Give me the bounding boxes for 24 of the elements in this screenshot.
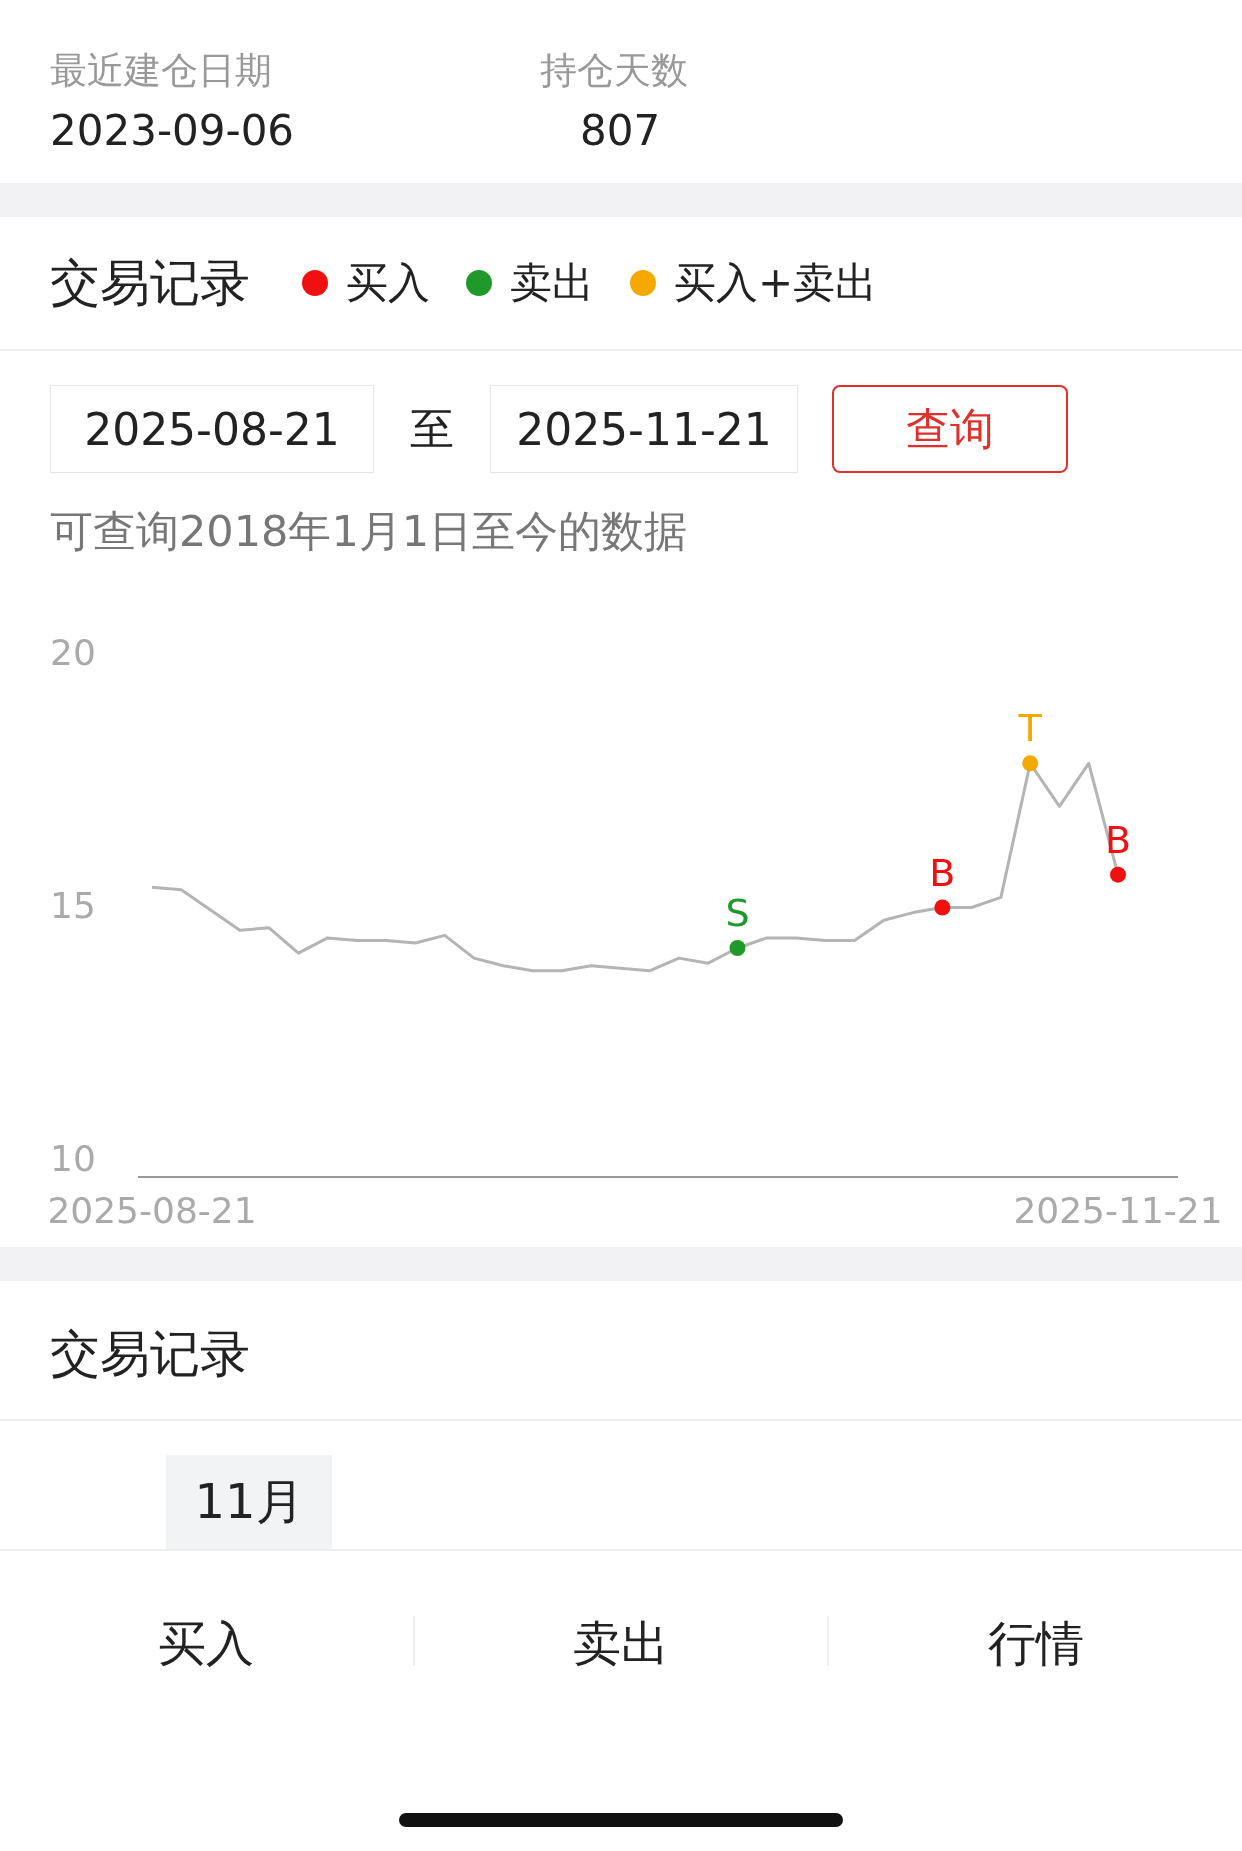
legend-label: 买入	[346, 257, 430, 309]
trade-marker-label: T	[1018, 706, 1042, 751]
axis-tick-label: 2025-08-21	[47, 1190, 257, 1231]
trade-marker-label: B	[1104, 817, 1132, 862]
axis-tick-label: 10	[50, 1138, 96, 1179]
end-date-field[interactable]: 2025-11-21	[490, 385, 798, 473]
query-button[interactable]: 查询	[832, 385, 1068, 473]
section-title: 交易记录	[50, 252, 250, 314]
summary-value: 2023-09-06	[50, 106, 295, 155]
start-date-field[interactable]: 2025-08-21	[50, 385, 374, 473]
date-separator: 至	[409, 401, 455, 456]
axis-tick-label: 15	[50, 885, 96, 926]
summary-label: 持仓天数	[540, 48, 688, 94]
legend-label: 卖出	[510, 257, 594, 309]
trade-marker-label: S	[725, 891, 750, 935]
date-range-hint: 可查询2018年1月1日至今的数据	[49, 505, 689, 558]
trade-marker-label: B	[929, 850, 956, 895]
axis-tick-label: 2025-11-21	[1013, 1190, 1223, 1231]
section-title: 交易记录	[50, 1323, 250, 1385]
axis-tick-label: 20	[50, 632, 96, 673]
summary-value: 807	[579, 106, 661, 155]
summary-label: 最近建仓日期	[50, 48, 272, 94]
legend-label: 买入+卖出	[674, 257, 878, 309]
month-tab[interactable]: 11月	[166, 1455, 332, 1549]
